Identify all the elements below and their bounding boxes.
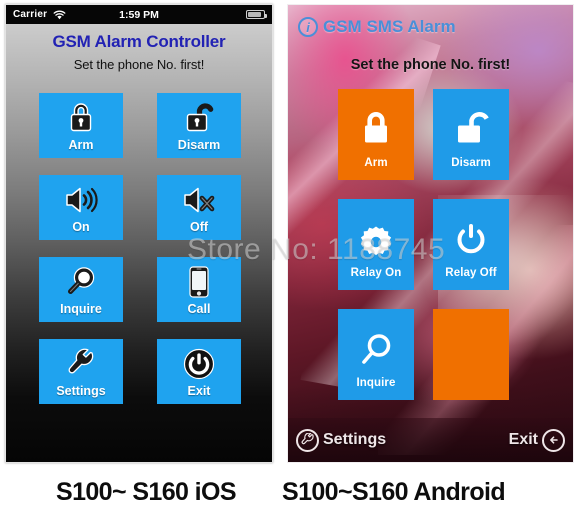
- android-tile-label: Arm: [364, 156, 388, 169]
- lock-closed-icon: [356, 101, 396, 151]
- info-circle-icon: i: [298, 17, 318, 37]
- wrench-circle-icon: [296, 428, 319, 452]
- android-tile-relay-off[interactable]: Relay Off: [433, 199, 509, 290]
- android-app-subtitle: Set the phone No. first!: [350, 57, 511, 73]
- android-tile-label: Inquire: [356, 376, 396, 389]
- android-tile-label: Disarm: [451, 156, 491, 169]
- lock-open-icon: [182, 98, 216, 138]
- battery-icon: [246, 10, 267, 19]
- ios-button-call[interactable]: Call: [157, 257, 241, 322]
- android-settings-button[interactable]: Settings: [296, 428, 387, 452]
- ios-button-exit[interactable]: Exit: [157, 339, 241, 404]
- power-icon: [182, 344, 216, 384]
- android-tile-relay-on[interactable]: Relay On: [338, 199, 414, 290]
- ios-button-label: Inquire: [60, 302, 102, 316]
- power-icon: [452, 211, 490, 261]
- android-tile-grid: Arm Disarm Relay On Relay Off Inquire: [338, 89, 509, 400]
- ios-button-inquire[interactable]: Inquire: [39, 257, 123, 322]
- ios-status-bar: Carrier 1:59 PM: [6, 5, 272, 24]
- ios-phone-screen: Carrier 1:59 PM GSM Alarm Controller Set…: [5, 4, 273, 463]
- android-tile-label: Relay Off: [445, 266, 497, 279]
- ios-button-label: Exit: [187, 384, 211, 398]
- ios-button-label: Off: [189, 220, 209, 234]
- android-settings-label: Settings: [323, 431, 387, 448]
- ios-button-settings[interactable]: Settings: [39, 339, 123, 404]
- caption-android: S100~S160 Android: [282, 477, 506, 506]
- ios-button-on[interactable]: On: [39, 175, 123, 240]
- ios-button-label: On: [72, 220, 90, 234]
- android-app-title: GSM SMS Alarm: [323, 17, 456, 36]
- back-arrow-circle-icon: [542, 428, 565, 452]
- android-tile-label: Relay On: [350, 266, 402, 279]
- android-tile-inquire[interactable]: Inquire: [338, 309, 414, 400]
- android-exit-label: Exit: [508, 431, 538, 448]
- magnifier-icon: [357, 321, 395, 371]
- android-tile-arm[interactable]: Arm: [338, 89, 414, 180]
- phone-icon: [187, 262, 211, 302]
- ios-app-subtitle: Set the phone No. first!: [73, 57, 205, 72]
- gear-icon: [357, 211, 395, 261]
- ios-button-label: Arm: [68, 138, 94, 152]
- android-tile-empty[interactable]: [433, 309, 509, 400]
- ios-button-disarm[interactable]: Disarm: [157, 93, 241, 158]
- ios-app-title: GSM Alarm Controller: [52, 32, 226, 51]
- carrier-label: Carrier: [13, 9, 48, 20]
- comparison-image: Carrier 1:59 PM GSM Alarm Controller Set…: [0, 0, 577, 515]
- speaker-on-icon: [63, 180, 99, 220]
- android-exit-button[interactable]: Exit: [508, 428, 565, 452]
- ios-button-off[interactable]: Off: [157, 175, 241, 240]
- caption-row: S100~ S160 iOS S100~S160 Android: [0, 469, 577, 515]
- ios-button-label: Settings: [56, 384, 106, 398]
- android-app-title-row: i GSM SMS Alarm: [298, 17, 456, 37]
- lock-open-icon: [449, 101, 493, 151]
- ios-button-arm[interactable]: Arm: [39, 93, 123, 158]
- wifi-icon: [53, 10, 66, 20]
- ios-button-label: Disarm: [177, 138, 221, 152]
- magnifier-icon: [65, 262, 97, 302]
- android-phone-screen: i GSM SMS Alarm Set the phone No. first!…: [287, 4, 574, 463]
- android-bottom-bar: Settings Exit: [288, 418, 573, 462]
- lock-closed-icon: [66, 98, 96, 138]
- wrench-icon: [65, 344, 97, 384]
- speaker-mute-icon: [181, 180, 217, 220]
- ios-button-grid: Arm Disarm On Off Inquire Call Settings …: [39, 93, 241, 404]
- caption-ios: S100~ S160 iOS: [56, 477, 237, 506]
- ios-button-label: Call: [187, 302, 211, 316]
- android-tile-disarm[interactable]: Disarm: [433, 89, 509, 180]
